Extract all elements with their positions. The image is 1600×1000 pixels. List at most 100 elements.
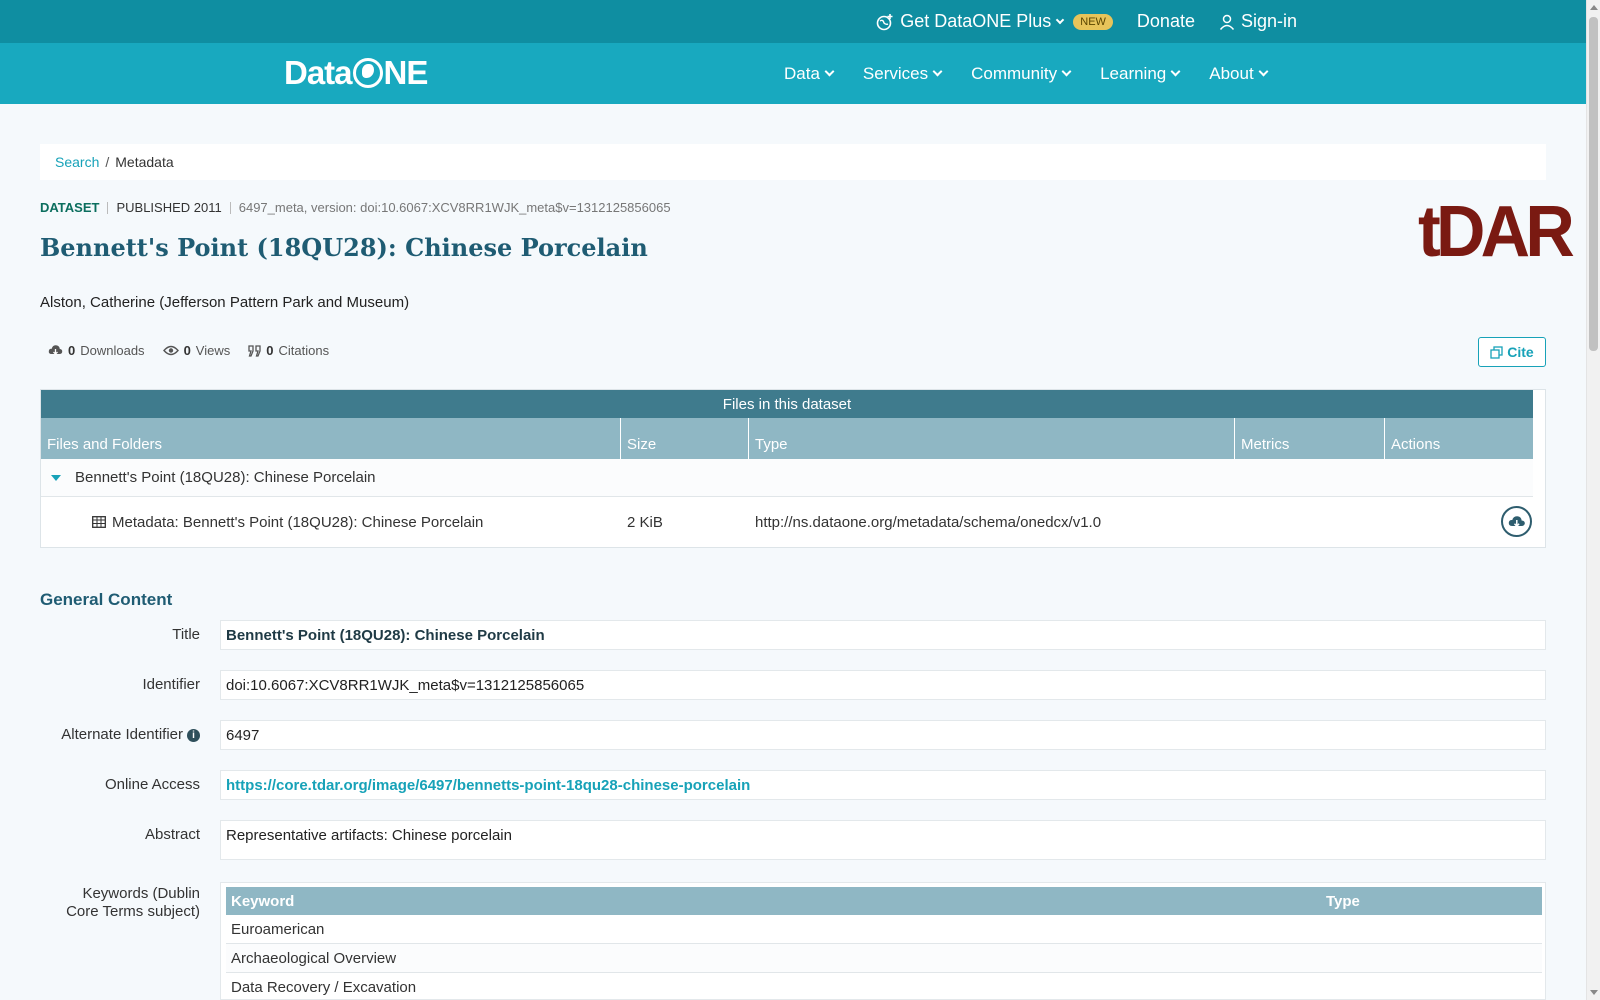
nav-item-label: Services — [862, 63, 929, 83]
keywords-label-line2: Core Terms subject) — [66, 903, 200, 920]
folder-row[interactable]: Bennett's Point (18QU28): Chinese Porcel… — [41, 459, 1533, 497]
column-files-and-folders[interactable]: Files and Folders — [41, 418, 621, 459]
scrollbar-thumb[interactable] — [1589, 17, 1598, 351]
chevron-down-icon — [1061, 66, 1072, 77]
identifier-label: Identifier — [142, 676, 200, 693]
main-navbar: Data NE Data Services Community Learning … — [0, 43, 1586, 104]
downloads-metric: 0 Downloads — [48, 343, 145, 358]
dataset-version: 6497_meta, version: doi:10.6067:XCV8RR1W… — [238, 200, 671, 215]
folder-name: Bennett's Point (18QU28): Chinese Porcel… — [75, 469, 376, 486]
cloud-download-icon — [1508, 515, 1525, 527]
chevron-down-icon — [1258, 66, 1269, 77]
quote-icon — [248, 344, 261, 357]
scroll-down-arrow-icon[interactable] — [1590, 990, 1598, 995]
dataone-logo[interactable]: Data NE — [284, 53, 429, 93]
breadcrumb: Search / Metadata — [40, 144, 1546, 180]
downloads-label: Downloads — [80, 343, 145, 358]
citations-count: 0 — [266, 343, 274, 358]
nav-item-label: Data — [784, 63, 820, 83]
globe-plus-icon — [876, 13, 893, 30]
chevron-down-icon — [1170, 66, 1181, 77]
nav-item-data[interactable]: Data — [784, 63, 835, 84]
nav-item-label: Community — [971, 63, 1058, 83]
dataset-meta-line: DATASET PUBLISHED 2011 6497_meta, versio… — [40, 200, 671, 215]
nav-item-services[interactable]: Services — [862, 63, 943, 84]
chevron-down-icon — [932, 66, 943, 77]
online-access-link[interactable]: https://core.tdar.org/image/6497/bennett… — [226, 777, 750, 794]
caret-down-icon[interactable] — [51, 474, 61, 481]
logo-text-data: Data — [284, 54, 353, 91]
citations-metric: 0 Citations — [248, 343, 329, 358]
dataset-author: Alston, Catherine (Jefferson Pattern Par… — [40, 294, 410, 311]
chevron-down-icon — [824, 66, 835, 77]
nav-item-label: About — [1209, 63, 1254, 83]
get-dataone-plus-menu[interactable]: Get DataONE Plus NEW — [876, 11, 1113, 32]
column-size[interactable]: Size — [621, 418, 749, 459]
keywords-table: Keyword Type Euroamerican Archaeological… — [220, 882, 1546, 1000]
table-icon — [92, 516, 106, 528]
files-table-caption: Files in this dataset — [41, 390, 1533, 418]
logo-text-ne: NE — [383, 54, 429, 91]
nav-item-about[interactable]: About — [1209, 63, 1269, 84]
alternate-identifier-label: Alternate Identifier i — [61, 726, 200, 743]
breadcrumb-current: Metadata — [115, 154, 174, 170]
views-label: Views — [195, 343, 231, 358]
keywords-label: Keywords (Dublin Core Terms subject) — [66, 885, 200, 921]
keyword-row: Data Recovery / Excavation — [226, 973, 1542, 999]
downloads-count: 0 — [68, 343, 76, 358]
files-table-header: Files and Folders Size Type Metrics Acti… — [41, 418, 1533, 459]
eye-icon — [162, 345, 179, 356]
divider — [107, 201, 109, 214]
globe-icon — [352, 58, 383, 88]
scroll-up-arrow-icon[interactable] — [1590, 5, 1598, 10]
nav-item-learning[interactable]: Learning — [1100, 63, 1181, 84]
online-access-label: Online Access — [104, 776, 200, 793]
files-table: Files in this dataset Files and Folders … — [40, 389, 1546, 548]
title-value: Bennett's Point (18QU28): Chinese Porcel… — [220, 620, 1546, 650]
abstract-label: Abstract — [144, 826, 200, 843]
info-icon[interactable]: i — [187, 728, 200, 742]
column-actions: Actions — [1391, 436, 1441, 453]
file-name[interactable]: Metadata: Bennett's Point (18QU28): Chin… — [112, 514, 483, 531]
dataset-metrics: 0 Downloads 0 Views 0 Citations — [48, 343, 329, 358]
donate-link[interactable]: Donate — [1137, 11, 1195, 32]
sign-in-link[interactable]: Sign-in — [1219, 11, 1297, 32]
chevron-down-icon — [1056, 15, 1065, 24]
nav-item-label: Learning — [1100, 63, 1167, 83]
alternate-identifier-value: 6497 — [220, 720, 1546, 750]
breadcrumb-search-link[interactable]: Search — [55, 154, 99, 170]
breadcrumb-separator: / — [105, 154, 110, 170]
tdar-repository-logo[interactable]: tDAR — [1418, 196, 1575, 268]
page-scrollbar[interactable] — [1586, 0, 1600, 1000]
keywords-label-line1: Keywords (Dublin — [82, 885, 200, 902]
identifier-value: doi:10.6067:XCV8RR1WJK_meta$v=1312125856… — [220, 670, 1546, 700]
general-content-heading: General Content — [40, 590, 173, 609]
online-access-value: https://core.tdar.org/image/6497/bennett… — [220, 770, 1546, 800]
cite-button[interactable]: Cite — [1478, 337, 1546, 367]
abstract-value: Representative artifacts: Chinese porcel… — [220, 820, 1546, 860]
cloud-download-icon — [48, 345, 63, 356]
page-title: Bennett's Point (18QU28): Chinese Porcel… — [40, 233, 648, 262]
column-type[interactable]: Type — [749, 418, 1235, 459]
get-dataone-plus-label: Get DataONE Plus — [900, 11, 1052, 31]
views-metric: 0 Views — [162, 343, 231, 358]
file-row: Metadata: Bennett's Point (18QU28): Chin… — [41, 498, 1533, 546]
nav-item-community[interactable]: Community — [971, 63, 1072, 84]
copy-icon — [1490, 345, 1503, 359]
column-type: Type — [1326, 892, 1360, 910]
title-label: Title — [172, 626, 200, 643]
citations-label: Citations — [278, 343, 330, 358]
dataset-type-badge: DATASET — [40, 200, 100, 215]
views-count: 0 — [183, 343, 191, 358]
column-metrics: Metrics — [1235, 418, 1385, 459]
keywords-table-header: Keyword Type — [226, 887, 1542, 915]
sign-in-label: Sign-in — [1240, 11, 1297, 31]
top-utility-bar: Get DataONE Plus NEW Donate Sign-in — [0, 0, 1586, 43]
column-keyword: Keyword — [231, 892, 295, 910]
user-icon — [1219, 14, 1235, 30]
alternate-identifier-label-text: Alternate Identifier — [61, 726, 183, 743]
download-button[interactable] — [1501, 506, 1532, 537]
keyword-row: Archaeological Overview — [226, 944, 1542, 973]
file-type: http://ns.dataone.org/metadata/schema/on… — [755, 513, 1102, 531]
keyword-row: Euroamerican — [226, 915, 1542, 944]
